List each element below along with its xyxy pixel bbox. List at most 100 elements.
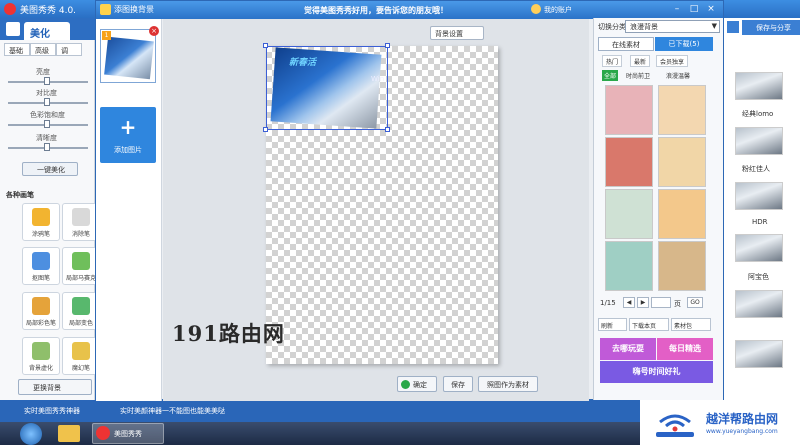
tab-beautify[interactable]: 美化 [24,22,70,40]
promo-banner[interactable]: 去哪玩耍 [600,338,656,360]
refresh-button[interactable]: 刷新 [598,318,627,331]
subtab-basic[interactable]: 基础 [4,43,30,56]
start-button-icon[interactable] [20,423,42,445]
share-icon[interactable] [727,21,739,33]
brush-section-title: 各种画笔 [6,191,34,199]
ok-label: 确定 [413,381,427,389]
effect-label: 粉红佳人 [742,165,770,173]
slider-knob[interactable] [44,143,50,151]
effect-thumbnail[interactable] [735,290,783,318]
subtab-vip[interactable]: 会员独享 [656,55,689,67]
effect-thumbnail[interactable] [735,72,783,100]
pen-icon [32,208,50,226]
save-and-share-button[interactable]: 保存与分享 [742,20,800,35]
subtab-hot[interactable]: 热门 [602,55,623,67]
home-icon[interactable] [6,22,20,36]
chevron-down-icon: ▼ [711,22,717,30]
user-account-link[interactable]: 我的账户 [544,5,572,15]
resize-handle[interactable] [263,127,268,132]
page-indicator: 1/15 [600,299,616,307]
one-click-beautify-button[interactable]: 一键美化 [22,162,78,176]
bottom-strip-text[interactable]: 实时美图秀秀神器 [24,406,80,416]
effect-label: HDR [752,218,768,226]
effect-thumbnail[interactable] [735,340,783,368]
dialog-bottom-hint[interactable]: 实时美颜神器一不能图也能美美哒 [120,406,225,416]
tool-label: 局部彩色笔 [25,320,56,327]
resize-handle[interactable] [263,43,268,48]
blur-icon [32,342,50,360]
promo-banner[interactable]: 嗨号时间好礼 [600,361,713,383]
maximize-icon[interactable]: □ [687,3,701,16]
minimize-icon[interactable]: – [670,3,684,16]
photo-overlay-text: 新春活 [289,58,317,68]
add-photo-button[interactable]: + 添加图片 [100,107,156,163]
ok-button[interactable]: 确定 [397,376,437,392]
tool-label: 局部变色 [68,320,93,327]
taskbar-app-label: 美图秀秀 [114,430,142,438]
promo-banner[interactable]: 每日精选 [657,338,713,360]
tool-blur-bg[interactable]: 背景虚化 [22,337,60,375]
placed-photo[interactable]: 新春活 Win [266,46,388,130]
photo-list: 1 × + 添加图片 [96,19,162,401]
dialog-banner[interactable]: 觉得美图秀秀好用，要告诉您的朋友哦！ [304,5,448,16]
go-page-button[interactable]: GO [687,297,703,308]
subtab-new[interactable]: 最新 [630,55,651,67]
save-as-material-button[interactable]: 照图作为素材 [478,376,538,392]
filter-fashion[interactable]: 时尚前卫 [624,70,652,81]
main-window-title: 美图秀秀 4.0. [20,6,77,16]
effect-thumbnail[interactable] [735,182,783,210]
category-select[interactable]: 浪漫背景 ▼ [625,20,720,33]
tool-doodle-pen[interactable]: 涂鸦笔 [22,203,60,241]
material-thumbnail[interactable] [658,241,706,291]
material-thumbnail[interactable] [605,189,653,239]
effect-thumbnail[interactable] [735,234,783,262]
eraser-icon [72,208,90,226]
category-label: 切换分类 [598,23,626,31]
app-logo-icon [4,3,16,15]
page-number-input[interactable] [651,297,671,308]
close-icon[interactable]: × [704,3,718,16]
background-settings-dropdown[interactable]: 背景设置 [430,26,484,40]
material-thumbnail[interactable] [658,189,706,239]
remove-photo-icon[interactable]: × [149,26,159,36]
slider-knob[interactable] [44,98,50,106]
slider-knob[interactable] [44,120,50,128]
slider-label-contrast: 对比度 [36,89,57,97]
change-background-button[interactable]: 更换背景 [18,379,92,395]
material-thumbnail[interactable] [605,137,653,187]
tab-online-materials[interactable]: 在线素材 [598,37,654,51]
watermark-left: 191路由网 [172,321,285,346]
next-page-icon[interactable]: ▶ [637,297,649,308]
resize-handle[interactable] [385,43,390,48]
material-thumbnail[interactable] [605,85,653,135]
photo-thumbnail[interactable]: 1 × [100,26,159,83]
save-button[interactable]: 保存 [443,376,473,392]
slider-label-sharpness: 清晰度 [36,134,57,142]
resize-handle[interactable] [385,127,390,132]
material-pack-button[interactable]: 素材包 [671,318,711,331]
tool-label: 消除笔 [71,231,90,238]
folder-icon[interactable] [58,425,80,442]
user-icon[interactable] [531,4,541,14]
material-thumbnail[interactable] [658,137,706,187]
tool-label: 背景虚化 [28,365,53,372]
effect-thumbnail[interactable] [735,127,783,155]
subtab-more[interactable]: 调 [56,43,82,56]
filter-all[interactable]: 全部 [602,70,619,81]
photo-side-text: Win [371,75,385,83]
add-photo-label: 添加图片 [114,146,142,154]
tab-downloaded-materials[interactable]: 已下载(5) [655,37,713,51]
filter-romance[interactable]: 浪漫温馨 [664,70,692,81]
prev-page-icon[interactable]: ◀ [623,297,635,308]
subtab-advanced[interactable]: 高级 [30,43,56,56]
recolor-icon [72,297,90,315]
slider-knob[interactable] [44,77,50,85]
download-page-button[interactable]: 下载本页 [629,318,669,331]
tool-color-pen[interactable]: 局部彩色笔 [22,292,60,330]
photo-thumbnail-image [104,36,154,80]
placed-photo-image [270,47,382,129]
material-thumbnail[interactable] [605,241,653,291]
material-thumbnail[interactable] [658,85,706,135]
tool-cutout-pen[interactable]: 抠图笔 [22,247,60,285]
brush-icon [32,297,50,315]
